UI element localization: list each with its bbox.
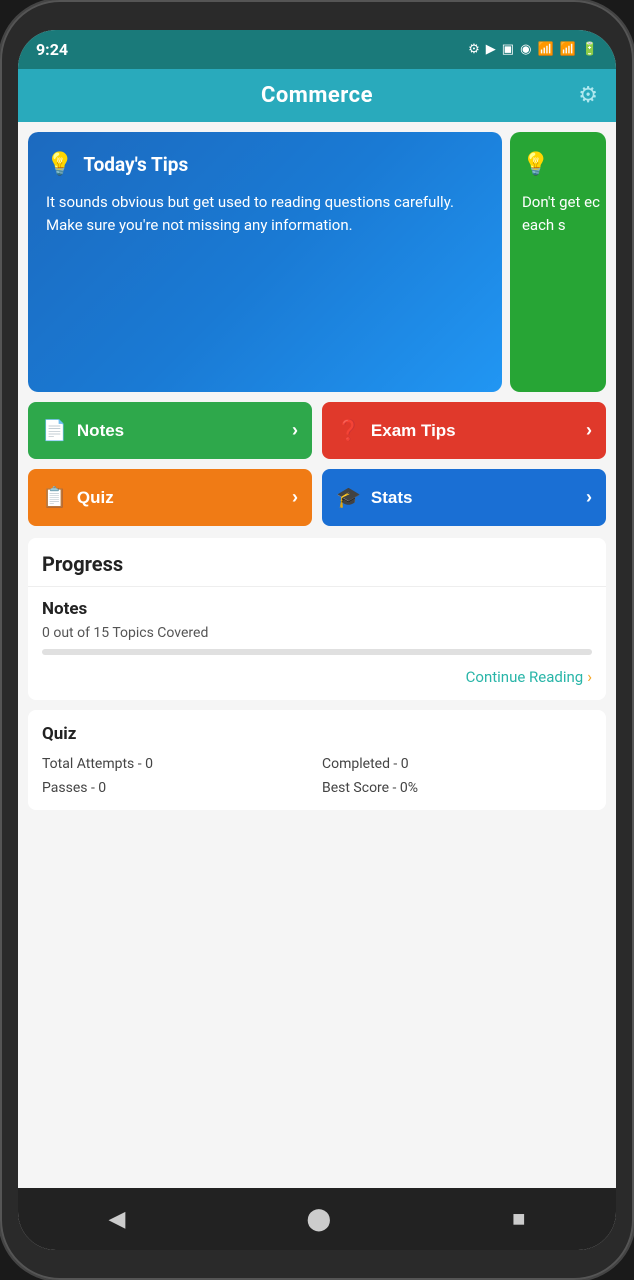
exam-question-icon: ❓ bbox=[336, 418, 361, 443]
tip-header: 💡 Today's Tips bbox=[46, 152, 484, 177]
progress-bar-container bbox=[42, 649, 592, 655]
quiz-button[interactable]: 📋 Quiz › bbox=[28, 469, 312, 526]
notes-progress-card: Notes 0 out of 15 Topics Covered Continu… bbox=[28, 586, 606, 700]
quiz-arrow-icon: › bbox=[292, 487, 298, 508]
signal-bars-icon: 📶 bbox=[560, 42, 576, 57]
quiz-stat-completed: Completed - 0 bbox=[322, 756, 592, 772]
app-title: Commerce bbox=[261, 83, 373, 108]
continue-arrow-icon: › bbox=[587, 667, 592, 686]
stats-arrow-icon: › bbox=[586, 487, 592, 508]
quiz-btn-inner: 📋 Quiz bbox=[42, 485, 114, 510]
notes-progress-subtitle: 0 out of 15 Topics Covered bbox=[42, 625, 592, 641]
exam-arrow-icon: › bbox=[586, 420, 592, 441]
tip-bulb-icon: 💡 bbox=[46, 152, 73, 177]
notes-progress-title: Notes bbox=[42, 599, 592, 619]
play-status-icon: ▶ bbox=[486, 42, 496, 57]
quiz-doc-icon: 📋 bbox=[42, 485, 67, 510]
quiz-stat-best-score: Best Score - 0% bbox=[322, 780, 592, 796]
stats-btn-label: Stats bbox=[371, 488, 413, 508]
notes-btn-inner: 📄 Notes bbox=[42, 418, 124, 443]
quiz-progress-card: Quiz Total Attempts - 0 Completed - 0 Pa… bbox=[28, 710, 606, 810]
quiz-btn-label: Quiz bbox=[77, 488, 114, 508]
stats-grad-icon: 🎓 bbox=[336, 485, 361, 510]
tip-text: It sounds obvious but get used to readin… bbox=[46, 191, 484, 236]
nav-recents-button[interactable]: ■ bbox=[492, 1202, 545, 1236]
tip-title: Today's Tips bbox=[83, 153, 188, 176]
tip-green-text: Don't get ec each s bbox=[522, 191, 602, 236]
status-icons: ⚙ ▶ ▣ ◉ 📶 📶 🔋 bbox=[468, 42, 598, 57]
settings-status-icon: ⚙ bbox=[468, 42, 480, 57]
nav-home-button[interactable]: ⬤ bbox=[286, 1203, 351, 1236]
progress-section: Progress Notes 0 out of 15 Topics Covere… bbox=[28, 538, 606, 700]
exam-btn-label: Exam Tips bbox=[371, 421, 456, 441]
tip-green-header: 💡 bbox=[522, 152, 602, 177]
status-time: 9:24 bbox=[36, 40, 68, 59]
content-area: 💡 Today's Tips It sounds obvious but get… bbox=[18, 122, 616, 1188]
signal-status-icon: ◉ bbox=[520, 42, 531, 57]
quiz-stats-grid: Total Attempts - 0 Completed - 0 Passes … bbox=[42, 756, 592, 796]
continue-reading-label: Continue Reading bbox=[466, 668, 584, 686]
tip-card-blue: 💡 Today's Tips It sounds obvious but get… bbox=[28, 132, 502, 392]
notes-doc-icon: 📄 bbox=[42, 418, 67, 443]
action-buttons-grid: 📄 Notes › ❓ Exam Tips › 📋 Quiz bbox=[28, 402, 606, 526]
continue-reading-button[interactable]: Continue Reading › bbox=[42, 665, 592, 686]
quiz-stat-passes: Passes - 0 bbox=[42, 780, 312, 796]
nav-bar: ◀ ⬤ ■ bbox=[18, 1188, 616, 1250]
header-gear-icon[interactable]: ⚙ bbox=[578, 83, 598, 108]
stats-button[interactable]: 🎓 Stats › bbox=[322, 469, 606, 526]
quiz-stat-attempts: Total Attempts - 0 bbox=[42, 756, 312, 772]
tip-card-green: 💡 Don't get ec each s bbox=[510, 132, 606, 392]
battery-icon: 🔋 bbox=[582, 42, 598, 57]
app-header: Commerce ⚙ bbox=[18, 69, 616, 122]
notes-button[interactable]: 📄 Notes › bbox=[28, 402, 312, 459]
quiz-card-title: Quiz bbox=[42, 724, 592, 744]
status-bar: 9:24 ⚙ ▶ ▣ ◉ 📶 📶 🔋 bbox=[18, 30, 616, 69]
notes-btn-label: Notes bbox=[77, 421, 124, 441]
doc-status-icon: ▣ bbox=[502, 42, 514, 57]
nav-back-button[interactable]: ◀ bbox=[89, 1203, 146, 1236]
progress-section-title: Progress bbox=[28, 538, 606, 580]
tips-carousel[interactable]: 💡 Today's Tips It sounds obvious but get… bbox=[28, 132, 606, 392]
exam-btn-inner: ❓ Exam Tips bbox=[336, 418, 456, 443]
exam-tips-button[interactable]: ❓ Exam Tips › bbox=[322, 402, 606, 459]
stats-btn-inner: 🎓 Stats bbox=[336, 485, 412, 510]
wifi-icon: 📶 bbox=[537, 42, 553, 57]
tip-green-bulb-icon: 💡 bbox=[522, 152, 549, 177]
notes-arrow-icon: › bbox=[292, 420, 298, 441]
